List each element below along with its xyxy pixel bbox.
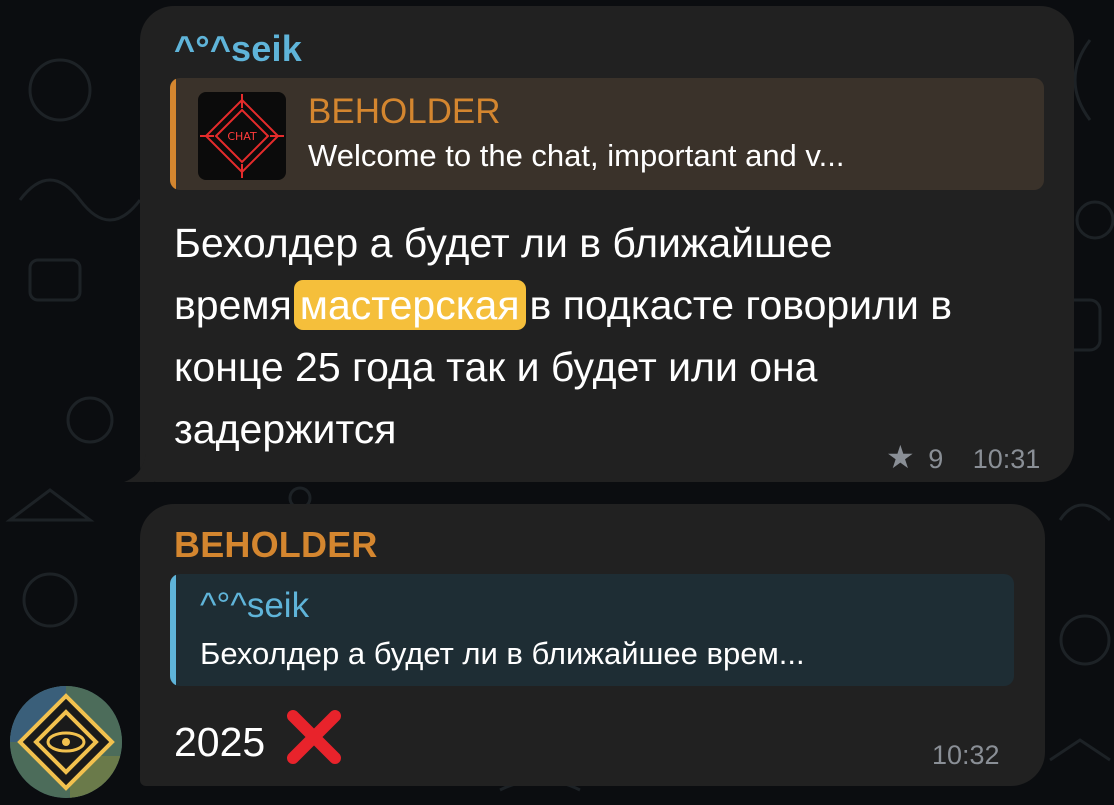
beholder-avatar-icon xyxy=(10,686,122,798)
message-time: 10:32 xyxy=(932,740,1000,770)
message-text: Бехолдер а будет ли в ближайшее время мас… xyxy=(174,212,1024,460)
reply-snippet: Бехолдер а будет ли в ближайшее врем... xyxy=(200,636,805,671)
message-text-part: 2025 xyxy=(174,719,266,765)
sender-name[interactable]: BEHOLDER xyxy=(174,524,378,566)
message-meta: ★ 9 10:31 xyxy=(886,438,1040,476)
cross-mark-emoji-icon xyxy=(286,710,341,764)
reply-sender-name: BEHOLDER xyxy=(308,92,501,131)
reply-sender-name: ^°^seik xyxy=(200,586,310,625)
star-icon[interactable]: ★ xyxy=(886,439,915,475)
reply-accent-bar xyxy=(170,78,176,190)
reply-thumbnail: CHAT xyxy=(198,92,286,180)
reply-snippet: Welcome to the chat, important and v... xyxy=(308,138,845,173)
highlighted-word[interactable]: мастерская xyxy=(293,280,526,330)
message-time: 10:31 xyxy=(972,444,1041,474)
reply-accent-bar xyxy=(170,574,176,686)
message-text: 2025 xyxy=(174,708,343,773)
message-bubble[interactable]: ^°^seik CHAT BEHOLDER Welcome to the cha… xyxy=(140,6,1074,482)
reaction-count: 9 xyxy=(928,444,944,474)
chat-logo-icon: CHAT xyxy=(200,94,284,178)
svg-text:CHAT: CHAT xyxy=(227,130,257,143)
bubble-tail xyxy=(124,454,154,482)
sender-name[interactable]: ^°^seik xyxy=(174,28,302,70)
avatar[interactable] xyxy=(10,686,122,798)
reply-preview[interactable]: CHAT BEHOLDER Welcome to the chat, impor… xyxy=(170,78,1044,190)
reply-preview[interactable]: ^°^seik Бехолдер а будет ли в ближайшее … xyxy=(170,574,1014,686)
message-bubble[interactable]: BEHOLDER ^°^seik Бехолдер а будет ли в б… xyxy=(140,504,1045,786)
